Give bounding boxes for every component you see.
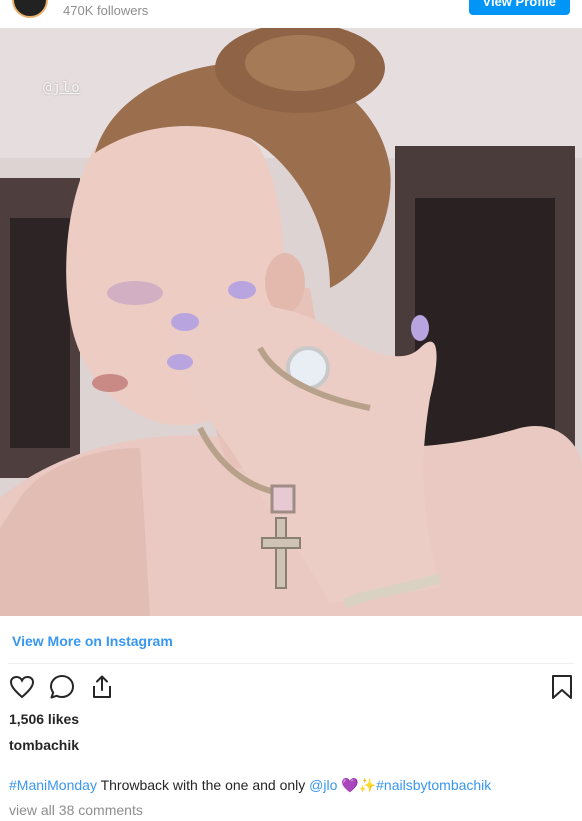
- watermark-text: @jlo: [43, 80, 81, 96]
- followers-count: 470K followers: [63, 3, 149, 18]
- post-header: 470K followers View Profile: [0, 0, 582, 28]
- view-comments-link[interactable]: view all 38 comments: [9, 802, 143, 818]
- view-more-link[interactable]: View More on Instagram: [12, 633, 173, 649]
- caption-text: Throwback with the one and only: [96, 777, 310, 793]
- hashtag-link[interactable]: #nailsbytombachik: [376, 777, 491, 793]
- avatar[interactable]: [12, 0, 48, 18]
- heart-icon[interactable]: [8, 673, 36, 701]
- share-icon[interactable]: [88, 673, 116, 701]
- mention-link[interactable]: @jlo: [309, 777, 337, 793]
- likes-count: 1,506 likes: [9, 711, 80, 727]
- purple-heart-emoji: 💜: [341, 777, 359, 793]
- post-username[interactable]: tombachik: [9, 737, 79, 753]
- post-image[interactable]: @jlo: [0, 28, 582, 616]
- post-caption: #ManiMonday Throwback with the one and o…: [9, 777, 491, 794]
- view-profile-button[interactable]: View Profile: [468, 0, 570, 15]
- post-photo-illustration: [0, 28, 582, 616]
- hashtag-link[interactable]: #ManiMonday: [9, 777, 97, 793]
- comment-icon[interactable]: [48, 673, 76, 701]
- sparkles-emoji: ✨: [358, 777, 377, 793]
- bookmark-icon[interactable]: [548, 673, 576, 701]
- divider: [8, 663, 574, 664]
